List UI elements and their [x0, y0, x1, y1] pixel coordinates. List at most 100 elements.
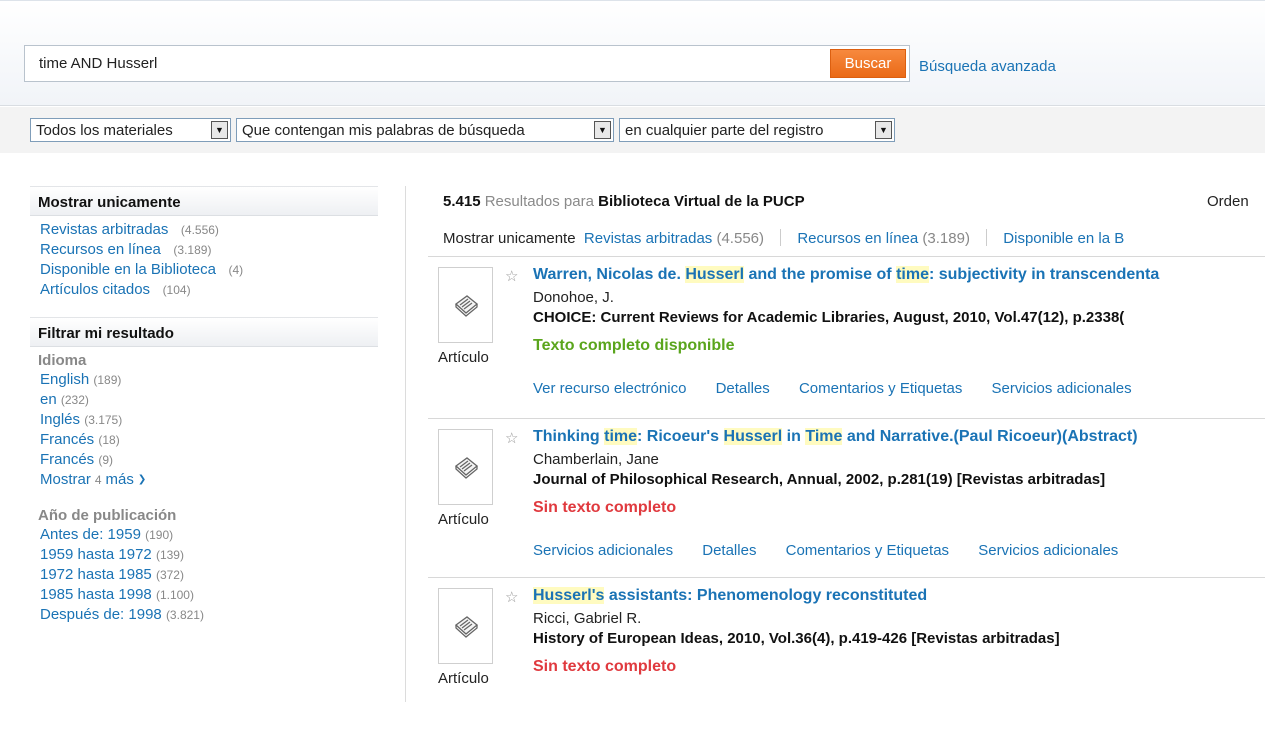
availability-status: Sin texto completo: [533, 499, 677, 516]
match-select[interactable]: Que contengan mis palabras de búsqueda ▼: [236, 118, 614, 142]
action-link-view-online[interactable]: Ver recurso electrónico: [533, 380, 686, 397]
facet-count: (189): [93, 373, 122, 387]
dropdown-arrow-icon[interactable]: ▼: [211, 121, 228, 139]
search-button[interactable]: Buscar: [830, 49, 906, 78]
dropdown-arrow-icon[interactable]: ▼: [594, 121, 611, 139]
library-name: Biblioteca Virtual de la PUCP: [598, 193, 805, 210]
facet-count: (4.556): [180, 223, 219, 237]
language-item[interactable]: Francés (18): [40, 430, 378, 450]
star-icon[interactable]: ☆: [505, 429, 518, 447]
year-item[interactable]: Después de: 1998 (3.821): [40, 605, 378, 625]
facet-count: (139): [155, 548, 184, 562]
result-source: Journal of Philosophical Research, Annua…: [533, 471, 1106, 488]
title-highlight: Time: [805, 428, 843, 445]
language-item[interactable]: English (189): [40, 370, 378, 390]
facet-link[interactable]: 1959 hasta 1972: [40, 546, 152, 563]
result-type: Artículo: [438, 349, 489, 366]
search-input[interactable]: [25, 46, 831, 81]
facet-count: (3.189): [173, 243, 212, 257]
facet-link[interactable]: Antes de: 1959: [40, 526, 141, 543]
facet-item-cited[interactable]: Artículos citados (104): [40, 280, 378, 300]
results-summary: 5.415 Resultados para Biblioteca Virtual…: [443, 193, 805, 210]
facet-count: (232): [60, 393, 89, 407]
title-part: and the promise of: [744, 266, 897, 283]
action-link-services[interactable]: Servicios adicionales: [978, 542, 1118, 559]
facet-link[interactable]: en: [40, 391, 57, 408]
document-icon[interactable]: [438, 429, 493, 505]
title-highlight: Husserl: [685, 266, 745, 283]
facet-item-library[interactable]: Disponible en la Biblioteca (4): [40, 260, 378, 280]
document-icon[interactable]: [438, 267, 493, 343]
facet-link[interactable]: English: [40, 371, 89, 388]
facet-count: (104): [162, 283, 191, 297]
facet-count: (3.175): [84, 413, 123, 427]
result-type: Artículo: [438, 511, 489, 528]
result-title[interactable]: Husserl's assistants: Phenomenology reco…: [533, 587, 927, 605]
document-icon[interactable]: [438, 588, 493, 664]
language-item[interactable]: Inglés (3.175): [40, 410, 378, 430]
show-more-suffix: más: [105, 471, 134, 488]
column-divider: [405, 186, 406, 702]
facet-item-peer-reviewed[interactable]: Revistas arbitradas (4.556): [40, 220, 378, 240]
action-link-services[interactable]: Servicios adicionales: [533, 542, 673, 559]
availability-status: Sin texto completo: [533, 658, 677, 675]
availability-status: Texto completo disponible: [533, 337, 735, 354]
action-link-comments[interactable]: Comentarios y Etiquetas: [786, 542, 949, 559]
sort-label[interactable]: Orden: [1207, 193, 1249, 210]
year-item[interactable]: Antes de: 1959 (190): [40, 525, 378, 545]
facet-link[interactable]: 1985 hasta 1998: [40, 586, 152, 603]
result-title[interactable]: Thinking time: Ricoeur's Husserl in Time…: [533, 428, 1138, 446]
star-icon[interactable]: ☆: [505, 588, 518, 606]
facet-link[interactable]: Disponible en la Biblioteca: [40, 261, 216, 278]
show-more-count: 4: [94, 473, 102, 487]
facet-item-online[interactable]: Recursos en línea (3.189): [40, 240, 378, 260]
material-select[interactable]: Todos los materiales ▼: [30, 118, 231, 142]
language-item[interactable]: en (232): [40, 390, 378, 410]
filter-band: Todos los materiales ▼ Que contengan mis…: [0, 107, 1265, 153]
facet-bar-label: Mostrar unicamente: [443, 230, 576, 247]
facet-link[interactable]: 1972 hasta 1985: [40, 566, 152, 583]
results-for-text: Resultados para: [484, 193, 594, 210]
action-link-details[interactable]: Detalles: [702, 542, 756, 559]
result-actions: Servicios adicionales Detalles Comentari…: [533, 542, 1143, 559]
facet-link[interactable]: Después de: 1998: [40, 606, 162, 623]
facet-link[interactable]: Francés: [40, 431, 94, 448]
title-part: Warren, Nicolas de.: [533, 266, 686, 283]
action-link-details[interactable]: Detalles: [716, 380, 770, 397]
facet-link[interactable]: Revistas arbitradas: [40, 221, 168, 238]
action-link-services[interactable]: Servicios adicionales: [992, 380, 1132, 397]
facet-link[interactable]: Francés: [40, 451, 94, 468]
show-more-prefix: Mostrar: [40, 471, 91, 488]
title-highlight: Husserl's: [533, 587, 605, 604]
show-more-languages[interactable]: Mostrar 4 más ❯: [40, 470, 378, 490]
language-item[interactable]: Francés (9): [40, 450, 378, 470]
facet-link[interactable]: Artículos citados: [40, 281, 150, 298]
title-part: and Narrative.(Paul Ricoeur)(Abstract): [842, 428, 1138, 445]
result-item: Artículo ☆ Warren, Nicolas de. Husserl a…: [428, 256, 1265, 418]
title-highlight: time: [896, 266, 929, 283]
year-item[interactable]: 1959 hasta 1972 (139): [40, 545, 378, 565]
show-more-link[interactable]: Mostrar 4 más ❯: [40, 470, 146, 490]
star-icon[interactable]: ☆: [505, 267, 518, 285]
title-part: assistants: Phenomenology reconstituted: [604, 587, 928, 604]
advanced-search-link[interactable]: Búsqueda avanzada: [919, 58, 1056, 75]
action-link-comments[interactable]: Comentarios y Etiquetas: [799, 380, 962, 397]
search-band: Buscar Búsqueda avanzada: [0, 0, 1265, 106]
facet-count: (18): [98, 433, 120, 447]
year-item[interactable]: 1985 hasta 1998 (1.100): [40, 585, 378, 605]
dropdown-arrow-icon[interactable]: ▼: [875, 121, 892, 139]
show-only-list: Revistas arbitradas (4.556) Recursos en …: [30, 216, 378, 300]
facet-bar-link[interactable]: Revistas arbitradas: [584, 230, 712, 247]
facet-bar-link[interactable]: Recursos en línea: [797, 230, 918, 247]
facet-count: (3.821): [165, 608, 204, 622]
result-title[interactable]: Warren, Nicolas de. Husserl and the prom…: [533, 266, 1159, 284]
title-highlight: Husserl: [723, 428, 783, 445]
year-item[interactable]: 1972 hasta 1985 (372): [40, 565, 378, 585]
sidebar: Mostrar unicamente Revistas arbitradas (…: [30, 186, 378, 625]
facet-bar-divider: [780, 229, 782, 246]
facet-bar-link[interactable]: Disponible en la B: [1003, 230, 1124, 247]
facet-link[interactable]: Recursos en línea: [40, 241, 161, 258]
scope-select[interactable]: en cualquier parte del registro ▼: [619, 118, 895, 142]
facet-link[interactable]: Inglés: [40, 411, 80, 428]
material-select-value: Todos los materiales: [36, 121, 173, 139]
